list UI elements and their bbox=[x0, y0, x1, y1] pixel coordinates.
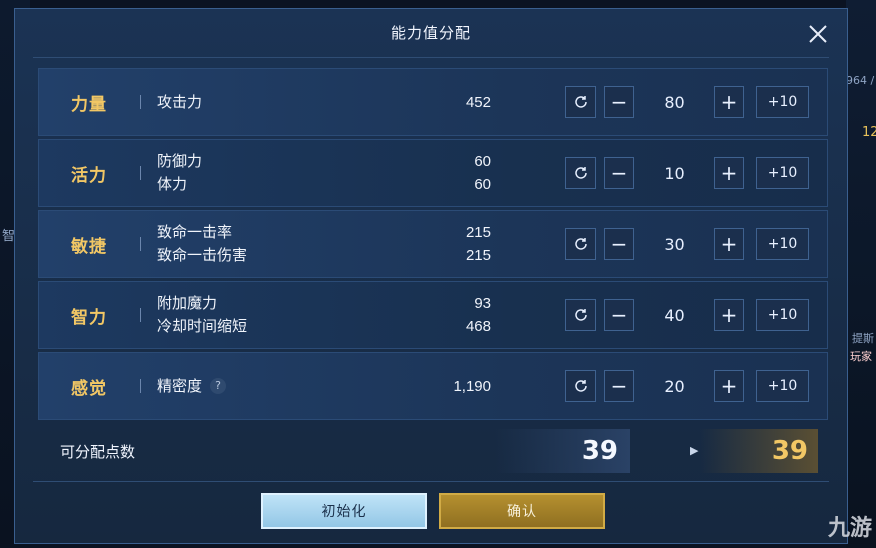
dialog-title: 能力值分配 bbox=[390, 24, 471, 42]
title-divider bbox=[33, 57, 829, 58]
attr-values: 452 bbox=[399, 69, 491, 135]
stat-row: 敏捷 致命一击率 致命一击伤害 215 215 − 30 + +10 bbox=[38, 210, 828, 278]
watermark-logo: 九游 bbox=[827, 516, 872, 541]
allocation-amount: 40 bbox=[664, 305, 685, 325]
attr-values: 215 215 bbox=[399, 211, 491, 277]
attr-label: 攻击力 bbox=[157, 92, 203, 111]
bg-number-2: 12 bbox=[862, 125, 876, 140]
bg-text-2: 玩家 bbox=[850, 350, 872, 363]
attr-label: 致命一击率 bbox=[157, 223, 233, 241]
divider bbox=[140, 308, 141, 322]
attr-labels: 附加魔力 冷却时间缩短 bbox=[157, 282, 247, 348]
points-current: 39 bbox=[495, 429, 630, 473]
attr-value: 215 bbox=[465, 247, 491, 264]
refresh-icon[interactable] bbox=[565, 299, 596, 331]
plus-icon[interactable]: + bbox=[714, 228, 744, 260]
divider bbox=[140, 379, 141, 393]
allocation-amount: 10 bbox=[664, 163, 685, 183]
plus-icon[interactable]: + bbox=[714, 299, 744, 331]
plus10-button[interactable]: +10 bbox=[756, 299, 809, 331]
confirm-button[interactable]: 确认 bbox=[439, 493, 605, 529]
plus10-button[interactable]: +10 bbox=[756, 228, 809, 260]
ability-dialog: 能力值分配 力量 攻击力 452 − 80 + +10 活力 防御力 体力 60… bbox=[14, 8, 848, 544]
attr-label: 冷却时间缩短 bbox=[157, 317, 248, 335]
divider bbox=[140, 166, 141, 180]
stat-name: 力量 bbox=[71, 94, 107, 115]
attr-labels: 精密度 ? bbox=[157, 353, 227, 419]
attr-label: 附加魔力 bbox=[157, 294, 218, 312]
stat-row: 力量 攻击力 452 − 80 + +10 bbox=[38, 68, 828, 136]
stat-row: 智力 附加魔力 冷却时间缩短 93 468 − 40 + +10 bbox=[38, 281, 828, 349]
bottom-divider bbox=[33, 481, 829, 482]
refresh-icon[interactable] bbox=[565, 370, 596, 402]
attr-labels: 防御力 体力 bbox=[157, 140, 202, 206]
attr-label-text: 精密度 bbox=[157, 376, 203, 395]
attr-value: 468 bbox=[465, 318, 491, 335]
minus-icon[interactable]: − bbox=[604, 157, 634, 189]
bg-text-1: 提斯 bbox=[852, 332, 874, 345]
attr-value: 452 bbox=[465, 93, 491, 111]
stat-name: 智力 bbox=[71, 307, 107, 328]
attr-label: 精密度 ? bbox=[157, 376, 227, 396]
plus10-button[interactable]: +10 bbox=[756, 370, 809, 402]
title-bar: 能力值分配 bbox=[15, 9, 847, 57]
attr-values: 1,190 bbox=[399, 353, 491, 419]
stat-name: 感觉 bbox=[71, 378, 107, 399]
allocation-amount: 30 bbox=[664, 234, 685, 254]
stat-row: 活力 防御力 体力 60 60 − 10 + +10 bbox=[38, 139, 828, 207]
minus-icon[interactable]: − bbox=[604, 299, 634, 331]
stat-name: 敏捷 bbox=[71, 236, 107, 257]
plus-icon[interactable]: + bbox=[714, 157, 744, 189]
plus10-button[interactable]: +10 bbox=[756, 157, 809, 189]
plus-icon[interactable]: + bbox=[714, 86, 744, 118]
bg-number: 964 / bbox=[846, 74, 875, 87]
attr-value: 1,190 bbox=[453, 377, 491, 395]
allocation-amount: 20 bbox=[664, 376, 685, 396]
attr-label: 体力 bbox=[157, 175, 188, 193]
attr-values: 93 468 bbox=[399, 282, 491, 348]
points-label: 可分配点数 bbox=[60, 443, 136, 461]
help-icon[interactable]: ? bbox=[210, 378, 227, 394]
close-icon[interactable] bbox=[807, 23, 829, 45]
points-after: 39 bbox=[700, 429, 818, 473]
divider bbox=[140, 95, 141, 109]
refresh-icon[interactable] bbox=[565, 157, 596, 189]
attr-label: 防御力 bbox=[157, 152, 203, 170]
minus-icon[interactable]: − bbox=[604, 228, 634, 260]
reset-button[interactable]: 初始化 bbox=[261, 493, 427, 529]
refresh-icon[interactable] bbox=[565, 228, 596, 260]
stat-name: 活力 bbox=[71, 165, 107, 186]
attr-value: 60 bbox=[474, 176, 491, 193]
available-points-row: 可分配点数 39 ▶ 39 bbox=[38, 429, 828, 473]
attr-values: 60 60 bbox=[399, 140, 491, 206]
attr-value: 60 bbox=[474, 153, 491, 170]
attr-value: 215 bbox=[465, 224, 491, 241]
minus-icon[interactable]: − bbox=[604, 86, 634, 118]
arrow-right-icon: ▶ bbox=[690, 444, 699, 457]
stat-row: 感觉 精密度 ? 1,190 − 20 + +10 bbox=[38, 352, 828, 420]
attr-value: 93 bbox=[474, 295, 491, 312]
plus10-button[interactable]: +10 bbox=[756, 86, 809, 118]
plus-icon[interactable]: + bbox=[714, 370, 744, 402]
attr-labels: 致命一击率 致命一击伤害 bbox=[157, 211, 247, 277]
refresh-icon[interactable] bbox=[565, 86, 596, 118]
stat-rows: 力量 攻击力 452 − 80 + +10 活力 防御力 体力 60 60 − … bbox=[38, 68, 828, 423]
attr-labels: 攻击力 bbox=[157, 69, 202, 135]
minus-icon[interactable]: − bbox=[604, 370, 634, 402]
allocation-amount: 80 bbox=[664, 92, 685, 112]
divider bbox=[140, 237, 141, 251]
attr-label: 致命一击伤害 bbox=[157, 246, 248, 264]
